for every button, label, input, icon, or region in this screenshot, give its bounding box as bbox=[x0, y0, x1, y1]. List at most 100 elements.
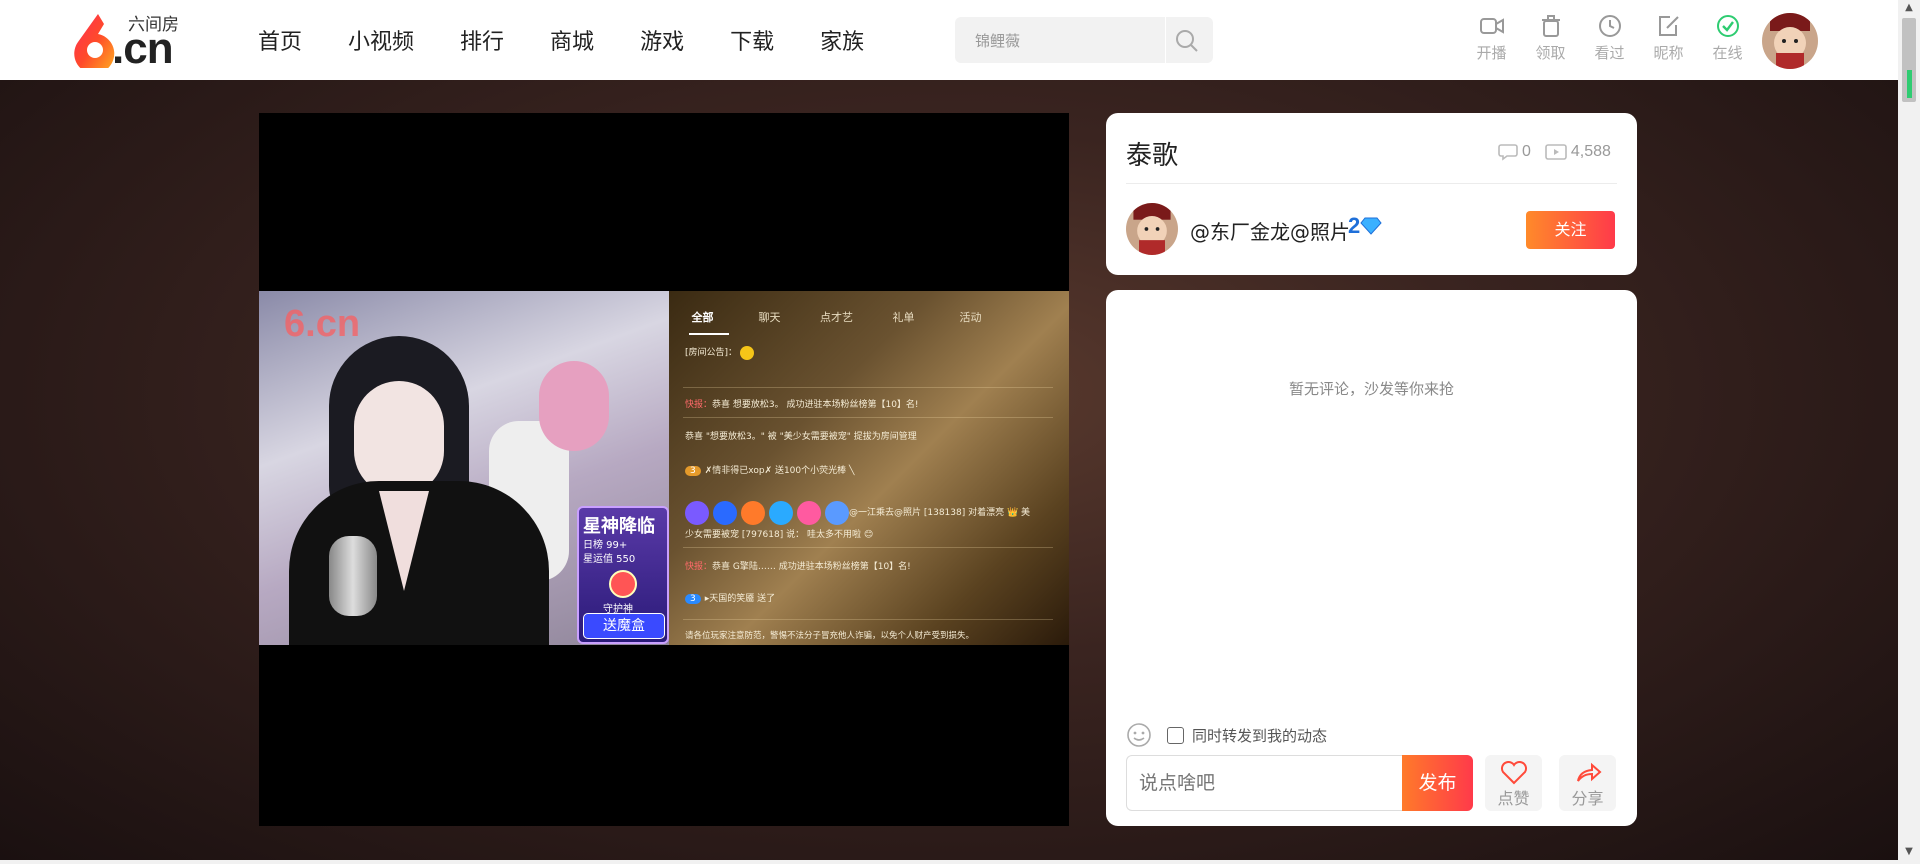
nav-family[interactable]: 家族 bbox=[820, 24, 864, 56]
search-input[interactable] bbox=[955, 17, 1165, 63]
claim-label: 领取 bbox=[1535, 44, 1566, 62]
chat-badge-icons bbox=[685, 501, 853, 525]
horizontal-scrollbar bbox=[0, 860, 1898, 864]
start-live-button[interactable]: 开播 bbox=[1462, 12, 1521, 63]
stream-chat-overlay: 全部 聊天 点才艺 礼单 活动 [房间公告]： 快报：恭喜 想要放松3。 成功进… bbox=[669, 291, 1069, 645]
chat-separator bbox=[683, 619, 1053, 620]
avatar-image bbox=[1762, 13, 1818, 69]
chat-tab-all: 全部 bbox=[691, 311, 714, 324]
chat-line: 少女需要被宠 [797618] 说： 哇太多不用啦 😊 bbox=[685, 530, 874, 540]
top-header: .cn 六间房 首页 小视频 排行 商城 游戏 下载 家族 开播 bbox=[0, 0, 1898, 80]
stream-watermark: 6.cn bbox=[284, 303, 361, 345]
chat-tab-talent: 点才艺 bbox=[820, 311, 853, 324]
chat-level-tag: 3 bbox=[685, 466, 701, 476]
chat-line: 快报：恭喜 G擎陆…… 成功进驻本场粉丝榜第【10】名! bbox=[685, 562, 911, 572]
nav-ranking[interactable]: 排行 bbox=[460, 24, 504, 56]
chat-tab-gifts: 礼单 bbox=[892, 311, 915, 324]
chat-line: 3 ▸天国的笑靥 送了 bbox=[685, 591, 775, 604]
guard-icon bbox=[609, 570, 637, 598]
start-live-label: 开播 bbox=[1476, 44, 1507, 62]
badge-title: 星神降临 bbox=[583, 516, 655, 537]
search-box bbox=[955, 17, 1213, 63]
follow-button[interactable]: 关注 bbox=[1526, 211, 1615, 249]
main-nav: 首页 小视频 排行 商城 游戏 下载 家族 bbox=[258, 24, 910, 56]
scroll-up-arrow[interactable]: ▲ bbox=[1903, 2, 1915, 14]
streamer-face bbox=[354, 381, 444, 496]
scroll-down-arrow[interactable]: ▼ bbox=[1903, 846, 1915, 858]
online-status-button[interactable]: 在线 bbox=[1698, 12, 1757, 63]
video-player[interactable]: 6.cn 星神降临 日榜 99+ 星运值 550 守护神 送魔盒 全部 聊天 点… bbox=[259, 113, 1069, 826]
diamond-icon bbox=[1360, 217, 1382, 235]
emoji-icon[interactable] bbox=[1126, 722, 1152, 748]
author-avatar[interactable] bbox=[1126, 203, 1178, 255]
share-label: 分享 bbox=[1571, 789, 1604, 808]
repost-checkbox[interactable] bbox=[1167, 727, 1184, 744]
badge-rank: 日榜 99+ bbox=[583, 540, 628, 551]
comment-input[interactable] bbox=[1126, 755, 1402, 811]
site-logo[interactable]: .cn 六间房 bbox=[68, 10, 188, 73]
chat-separator bbox=[683, 387, 1053, 388]
online-label: 在线 bbox=[1712, 44, 1743, 62]
nav-home[interactable]: 首页 bbox=[258, 24, 302, 56]
nav-download[interactable]: 下载 bbox=[730, 24, 774, 56]
edit-icon bbox=[1658, 16, 1679, 36]
nickname-button[interactable]: 昵称 bbox=[1639, 12, 1698, 63]
chat-line: [房间公告]： bbox=[685, 345, 754, 360]
microphone bbox=[329, 536, 377, 616]
chat-tab-chat: 聊天 bbox=[758, 311, 781, 324]
nickname-label: 昵称 bbox=[1653, 44, 1684, 62]
user-avatar[interactable] bbox=[1762, 13, 1818, 69]
chat-level-tag: 3 bbox=[685, 594, 701, 604]
info-divider bbox=[1126, 183, 1617, 184]
comment-icon bbox=[1498, 144, 1518, 161]
streamer-view: 6.cn 星神降临 日榜 99+ 星运值 550 守护神 送魔盒 bbox=[259, 291, 669, 645]
scrollbar[interactable] bbox=[1898, 0, 1920, 864]
chat-tab-events: 活动 bbox=[959, 311, 982, 324]
view-count: 4,588 bbox=[1570, 143, 1611, 160]
share-button[interactable]: 分享 bbox=[1559, 755, 1616, 811]
author-name[interactable]: @东厂金龙@照片 bbox=[1190, 216, 1350, 245]
chat-line: @一江乘去@照片 [138138] 对着漂亮 👑 美 bbox=[849, 508, 1031, 518]
badge-button[interactable]: 送魔盒 bbox=[583, 613, 665, 639]
stream-title: 泰歌 bbox=[1126, 141, 1179, 171]
comments-panel: 暂无评论，沙发等你来抢 同时转发到我的动态 发布 点赞 分享 bbox=[1106, 290, 1637, 826]
logo-brand-name: 六间房 bbox=[128, 15, 179, 35]
author-level: 2 bbox=[1348, 213, 1382, 239]
trash-icon bbox=[1541, 15, 1560, 37]
comment-count: 0 bbox=[1522, 143, 1531, 160]
history-button[interactable]: 看过 bbox=[1580, 12, 1639, 63]
chat-line: 恭喜 "想要放松3。" 被 "美少女需要被宠" 提拔为房间管理 bbox=[685, 432, 917, 442]
chat-tabs: 全部 聊天 点才艺 礼单 活动 bbox=[669, 309, 1069, 325]
like-button[interactable]: 点赞 bbox=[1485, 755, 1542, 811]
heart-icon bbox=[1500, 761, 1527, 785]
views-icon bbox=[1545, 144, 1567, 160]
badge-score: 星运值 550 bbox=[583, 554, 636, 565]
chat-line: 3 ✗情非得已xop✗ 送100个小荧光棒 ╲ bbox=[685, 463, 854, 476]
history-label: 看过 bbox=[1594, 44, 1625, 62]
search-divider bbox=[1165, 17, 1166, 63]
nav-short-video[interactable]: 小视频 bbox=[348, 24, 414, 56]
chat-separator bbox=[683, 417, 1053, 418]
live-stream-frame: 6.cn 星神降临 日榜 99+ 星运值 550 守护神 送魔盒 全部 聊天 点… bbox=[259, 291, 1069, 645]
claim-button[interactable]: 领取 bbox=[1521, 12, 1580, 63]
search-icon[interactable] bbox=[1173, 27, 1201, 55]
chat-line: 请各位玩家注意防范，警惕不法分子冒充他人诈骗，以免个人财产受到损失。 bbox=[685, 631, 975, 641]
repost-label: 同时转发到我的动态 bbox=[1192, 727, 1328, 745]
share-arrow-icon bbox=[1576, 762, 1602, 782]
online-check-icon bbox=[1716, 15, 1739, 37]
nav-mall[interactable]: 商城 bbox=[550, 24, 594, 56]
like-label: 点赞 bbox=[1497, 789, 1530, 808]
stream-info-card: 泰歌 0 4,588 @东厂金龙@照片 2 关注 bbox=[1106, 113, 1637, 275]
camera-icon bbox=[1479, 18, 1504, 34]
stream-stats: 0 4,588 bbox=[1498, 143, 1611, 161]
clock-icon bbox=[1598, 15, 1621, 37]
header-actions: 开播 领取 看过 昵称 在线 bbox=[1462, 12, 1757, 63]
chat-line: 快报：恭喜 想要放松3。 成功进驻本场粉丝榜第【10】名! bbox=[685, 400, 919, 410]
nav-games[interactable]: 游戏 bbox=[640, 24, 684, 56]
post-button[interactable]: 发布 bbox=[1402, 755, 1473, 811]
empty-comments-text: 暂无评论，沙发等你来抢 bbox=[1288, 380, 1454, 398]
chat-tab-underline bbox=[689, 333, 729, 335]
scroll-progress-indicator bbox=[1907, 70, 1912, 98]
event-badge[interactable]: 星神降临 日榜 99+ 星运值 550 守护神 送魔盒 bbox=[577, 506, 669, 644]
teddy-bear bbox=[539, 361, 609, 451]
